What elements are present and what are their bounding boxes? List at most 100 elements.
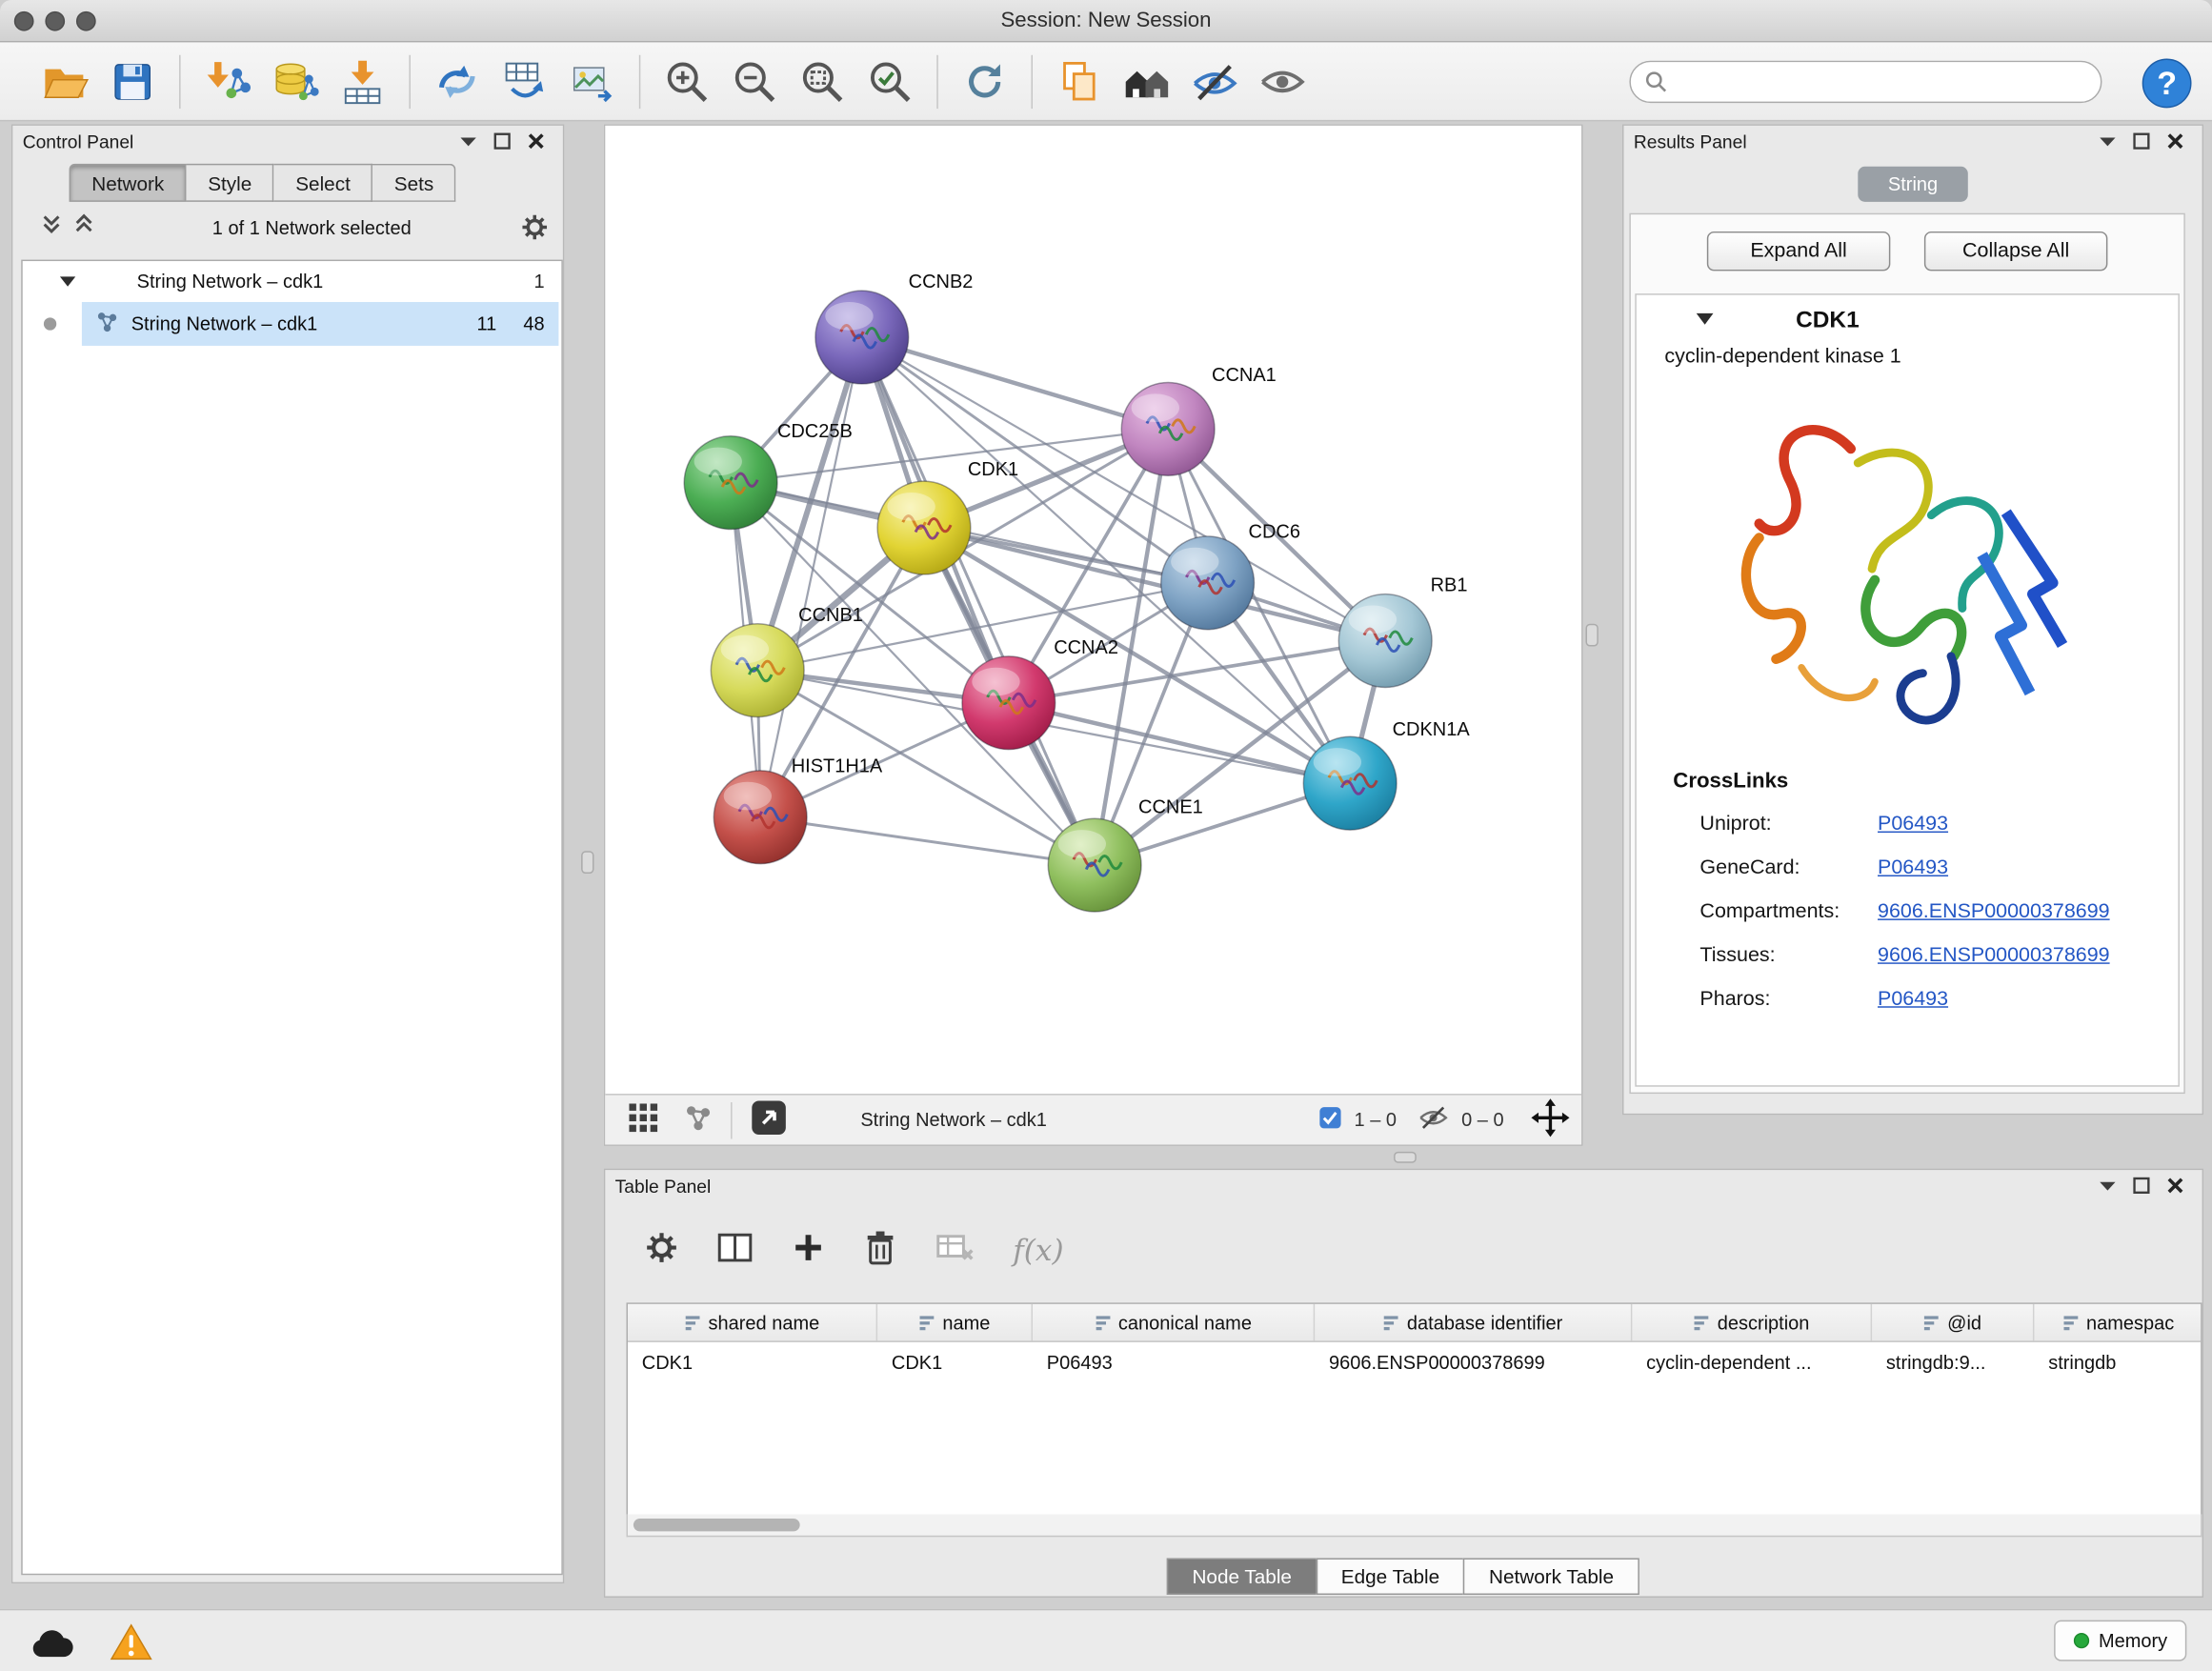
node-HIST1H1A[interactable] — [714, 771, 807, 864]
node-table[interactable]: shared namenamecanonical namedatabase id… — [627, 1302, 2202, 1537]
panel-menu-icon[interactable] — [2091, 1173, 2125, 1198]
table-row[interactable]: CDK1CDK1P064939606.ENSP00000378699cyclin… — [628, 1342, 2201, 1381]
network-row[interactable]: String Network – cdk1 11 48 — [23, 302, 562, 346]
node-CCNB2[interactable] — [815, 291, 909, 384]
column-header-shared-name[interactable]: shared name — [628, 1304, 877, 1341]
panel-close-icon[interactable] — [2159, 129, 2193, 154]
node-CDC6[interactable] — [1161, 536, 1255, 630]
edge-HIST1H1A-CCNE1[interactable] — [760, 817, 1095, 865]
node-CDK1[interactable] — [877, 481, 971, 574]
expand-all-button[interactable]: Expand All — [1707, 232, 1891, 271]
crosslink-link[interactable]: 9606.ENSP00000378699 — [1878, 899, 2110, 922]
tab-network[interactable]: Network — [70, 164, 187, 202]
node-CCNA1[interactable] — [1121, 382, 1215, 475]
horizontal-scrollbar[interactable] — [627, 1515, 2202, 1538]
column-header-namespac[interactable]: namespac — [2034, 1304, 2202, 1341]
delete-column-trash-icon[interactable] — [863, 1229, 897, 1273]
panel-close-icon[interactable] — [2159, 1173, 2193, 1198]
memory-button[interactable]: Memory — [2054, 1621, 2186, 1661]
node-CCNA2[interactable] — [962, 656, 1056, 750]
splitter-handle[interactable] — [1585, 624, 1598, 647]
node-CCNB1[interactable] — [711, 624, 804, 717]
node-CCNE1[interactable] — [1048, 818, 1141, 912]
search-input[interactable] — [1676, 71, 2101, 92]
fit-content-crosshair-icon[interactable] — [1531, 1098, 1570, 1142]
show-all-button[interactable] — [1249, 48, 1317, 115]
column-header-name[interactable]: name — [877, 1304, 1033, 1341]
tab-style[interactable]: Style — [187, 164, 274, 202]
neighborhood-button[interactable] — [1113, 48, 1180, 115]
table-cell[interactable]: 9606.ENSP00000378699 — [1315, 1351, 1632, 1372]
column-header--id[interactable]: @id — [1872, 1304, 2034, 1341]
tab-select[interactable]: Select — [274, 164, 373, 202]
annotations-button[interactable] — [1045, 48, 1113, 115]
panel-close-icon[interactable] — [519, 129, 553, 154]
apply-layout-button[interactable] — [951, 48, 1018, 115]
node-RB1[interactable] — [1338, 594, 1432, 688]
crosslink-link[interactable]: P06493 — [1878, 987, 1948, 1010]
tree-expand-icon[interactable] — [59, 271, 76, 292]
splitter-handle[interactable] — [581, 851, 593, 874]
new-network-button[interactable] — [423, 48, 491, 115]
crosslink-link[interactable]: P06493 — [1878, 813, 1948, 836]
table-cell[interactable]: stringdb:9... — [1872, 1351, 2034, 1372]
search-box[interactable] — [1629, 61, 2101, 103]
collapse-all-icon[interactable] — [41, 213, 62, 242]
column-header-database-identifier[interactable]: database identifier — [1315, 1304, 1632, 1341]
hide-selected-button[interactable] — [1180, 48, 1248, 115]
section-collapse-icon[interactable] — [1696, 308, 1714, 333]
import-network-file-button[interactable] — [193, 48, 261, 115]
crosslink-link[interactable]: P06493 — [1878, 856, 1948, 878]
table-cell[interactable]: CDK1 — [628, 1351, 877, 1372]
table-cell[interactable]: CDK1 — [877, 1351, 1033, 1372]
grid-view-icon[interactable] — [628, 1102, 659, 1137]
select-columns-icon[interactable] — [716, 1230, 754, 1271]
edge-CCNB2-CCNA1[interactable] — [862, 337, 1168, 429]
panel-menu-icon[interactable] — [2091, 129, 2125, 154]
help-button[interactable]: ? — [2140, 56, 2193, 110]
tab-sets[interactable]: Sets — [373, 164, 456, 202]
function-builder-button[interactable]: f(x) — [1013, 1234, 1063, 1268]
zoom-in-button[interactable] — [654, 48, 721, 115]
collapse-all-button[interactable]: Collapse All — [1924, 232, 2108, 271]
tab-string[interactable]: String — [1858, 167, 1968, 202]
column-header-description[interactable]: description — [1632, 1304, 1872, 1341]
birds-eye-view-icon[interactable] — [751, 1099, 788, 1140]
network-canvas[interactable]: CCNB2CCNA1CDC25BCDK1CDC6RB1CCNB1CCNA2CDK… — [605, 126, 1581, 1096]
network-share-icon[interactable] — [684, 1103, 713, 1136]
edge-CCNB2-CCNE1[interactable] — [862, 337, 1095, 865]
selected-checkbox-icon[interactable] — [1319, 1106, 1342, 1133]
import-network-database-button[interactable] — [261, 48, 329, 115]
table-cell[interactable]: P06493 — [1033, 1351, 1315, 1372]
warning-icon[interactable] — [111, 1623, 152, 1668]
hidden-eye-slash-icon[interactable] — [1418, 1105, 1449, 1135]
zoom-fit-button[interactable] — [789, 48, 856, 115]
import-table-button[interactable] — [329, 48, 396, 115]
table-settings-gear-icon[interactable] — [645, 1230, 679, 1271]
expand-all-icon[interactable] — [73, 213, 94, 242]
export-image-button[interactable] — [558, 48, 626, 115]
node-CDKN1A[interactable] — [1303, 736, 1397, 830]
gear-icon[interactable] — [517, 214, 552, 240]
panel-float-icon[interactable] — [2124, 1173, 2159, 1198]
network-collection-row[interactable]: String Network – cdk1 1 — [23, 261, 562, 302]
open-session-button[interactable] — [31, 48, 99, 115]
cloud-icon[interactable] — [31, 1627, 73, 1665]
column-header-canonical-name[interactable]: canonical name — [1033, 1304, 1315, 1341]
panel-float-icon[interactable] — [2124, 129, 2159, 154]
zoom-selected-button[interactable] — [856, 48, 924, 115]
zoom-out-button[interactable] — [721, 48, 789, 115]
splitter-handle[interactable] — [1394, 1152, 1417, 1163]
panel-menu-icon[interactable] — [452, 129, 486, 154]
crosslink-link[interactable]: 9606.ENSP00000378699 — [1878, 943, 2110, 966]
edge-CCNB2-HIST1H1A[interactable] — [760, 337, 862, 817]
add-column-icon[interactable] — [792, 1230, 826, 1271]
table-cell[interactable]: cyclin-dependent ... — [1632, 1351, 1872, 1372]
table-cell[interactable]: stringdb — [2034, 1351, 2202, 1372]
tab-network-table[interactable]: Network Table — [1463, 1558, 1639, 1595]
scrollbar-thumb[interactable] — [633, 1519, 800, 1531]
tab-edge-table[interactable]: Edge Table — [1316, 1558, 1465, 1595]
tab-node-table[interactable]: Node Table — [1167, 1558, 1317, 1595]
node-CDC25B[interactable] — [684, 436, 777, 530]
network-view[interactable]: CCNB2CCNA1CDC25BCDK1CDC6RB1CCNB1CCNA2CDK… — [604, 124, 1583, 1146]
